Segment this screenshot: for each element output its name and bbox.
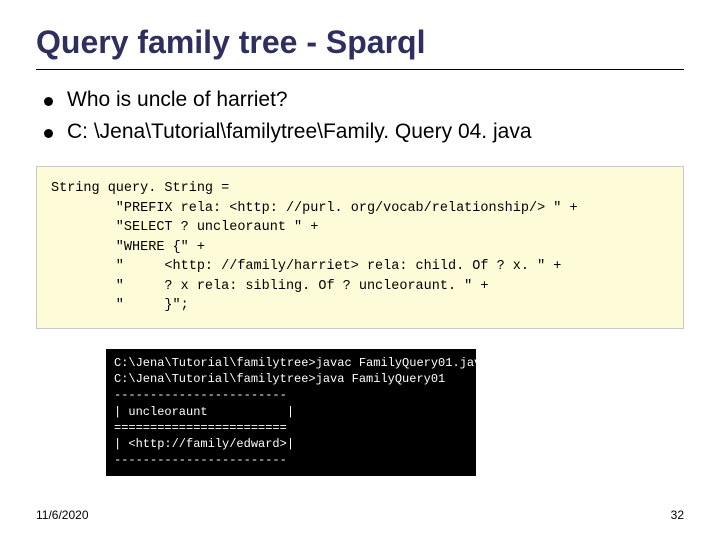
terminal-line: ======================== xyxy=(114,420,468,436)
terminal-line: ------------------------ xyxy=(114,452,468,468)
bullet-dot-icon xyxy=(44,129,53,138)
footer-date: 11/6/2020 xyxy=(36,508,89,522)
code-line: " ? x rela: sibling. Of ? uncleoraunt. "… xyxy=(51,279,488,294)
footer-page-number: 32 xyxy=(671,508,684,522)
list-item: C: \Jena\Tutorial\familytree\Family. Que… xyxy=(44,120,684,144)
slide-footer: 11/6/2020 32 xyxy=(36,508,684,522)
bullet-list: Who is uncle of harriet? C: \Jena\Tutori… xyxy=(44,88,684,144)
code-line: " <http: //family/harriet> rela: child. … xyxy=(51,259,561,274)
page-title: Query family tree - Sparql xyxy=(36,24,684,61)
terminal-line: | <http://family/edward>| xyxy=(114,436,468,452)
code-line: String query. String = xyxy=(51,181,229,196)
bullet-text: C: \Jena\Tutorial\familytree\Family. Que… xyxy=(67,120,532,144)
terminal-line: C:\Jena\Tutorial\familytree>java FamilyQ… xyxy=(114,371,468,387)
bullet-dot-icon xyxy=(44,97,53,106)
bullet-text: Who is uncle of harriet? xyxy=(67,88,288,112)
code-line: "PREFIX rela: <http: //purl. org/vocab/r… xyxy=(51,201,578,216)
code-line: "WHERE {" + xyxy=(51,240,205,255)
terminal-line: C:\Jena\Tutorial\familytree>javac Family… xyxy=(114,355,468,371)
code-line: " }"; xyxy=(51,298,189,313)
terminal-line: ------------------------ xyxy=(114,387,468,403)
list-item: Who is uncle of harriet? xyxy=(44,88,684,112)
title-underline xyxy=(36,69,684,70)
terminal-line: | uncleoraunt | xyxy=(114,404,468,420)
code-line: "SELECT ? uncleoraunt " + xyxy=(51,220,318,235)
slide: Query family tree - Sparql Who is uncle … xyxy=(0,0,720,540)
terminal-output: C:\Jena\Tutorial\familytree>javac Family… xyxy=(106,349,476,476)
code-block: String query. String = "PREFIX rela: <ht… xyxy=(36,166,684,329)
